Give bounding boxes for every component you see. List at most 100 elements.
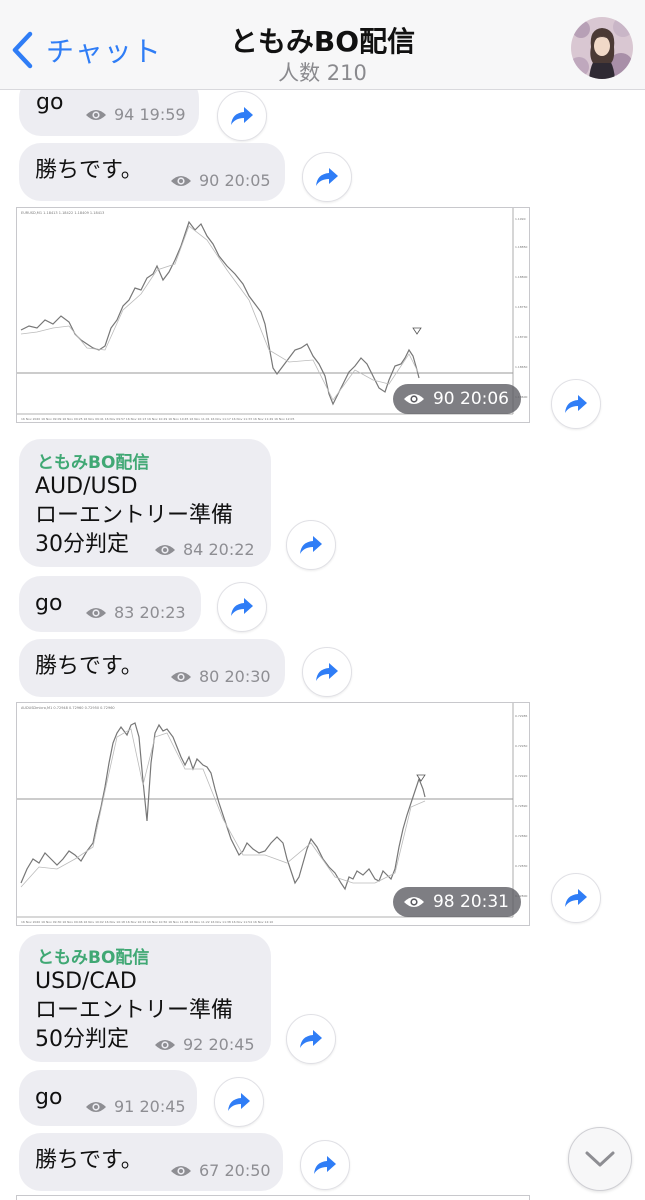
view-count: 90 (199, 171, 220, 190)
eye-icon (155, 1039, 175, 1050)
share-button[interactable] (214, 1077, 264, 1127)
share-button[interactable] (300, 1140, 350, 1190)
svg-text:0.72860: 0.72860 (515, 834, 527, 838)
message-bubble[interactable]: ともみBO配信 AUD/USD ローエントリー準備 30分判定 84 20:22 (19, 439, 271, 567)
eye-icon (171, 175, 191, 186)
message-meta: 67 20:50 (170, 1161, 271, 1180)
view-count: 92 (183, 1035, 204, 1054)
share-arrow-icon (228, 1093, 250, 1111)
share-arrow-icon (316, 168, 338, 186)
share-arrow-icon (565, 395, 587, 413)
scroll-to-bottom-button[interactable] (568, 1127, 632, 1191)
svg-text:0.72830: 0.72830 (515, 864, 527, 868)
image-meta: 90 20:06 (392, 384, 521, 414)
channel-title[interactable]: ともみBO配信 (0, 20, 645, 60)
message-text: go (35, 591, 63, 616)
message-bubble[interactable]: go 91 20:45 (19, 1070, 197, 1126)
message-time: 20:22 (208, 540, 255, 559)
svg-text:0.72920: 0.72920 (515, 774, 527, 778)
chevron-down-icon (585, 1151, 615, 1167)
chart-image-message[interactable]: AUDUSDmicro,M1 0.72948 0.72960 0.72950 0… (16, 702, 530, 926)
view-count: 90 (432, 389, 455, 409)
svg-text:1.18700: 1.18700 (515, 335, 527, 339)
message-text: 勝ちです。 (35, 654, 143, 679)
message-meta: 91 20:45 (85, 1097, 186, 1116)
message-line: USD/CAD (35, 969, 137, 994)
message-time: 20:23 (139, 603, 186, 622)
share-button[interactable] (217, 91, 267, 141)
channel-avatar[interactable] (571, 17, 633, 79)
share-button[interactable] (286, 520, 336, 570)
svg-text:AUDUSDmicro,M1 0.72948 0.72960: AUDUSDmicro,M1 0.72948 0.72960 0.72950 0… (21, 706, 115, 710)
message-line: 30分判定 (35, 532, 129, 557)
eye-icon (403, 394, 424, 404)
svg-text:0.72890: 0.72890 (515, 804, 527, 808)
view-count: 83 (114, 603, 135, 622)
svg-text:EURUSD,M1 1.18413 1.18422 1.18: EURUSD,M1 1.18413 1.18422 1.18409 1.1841… (21, 211, 104, 215)
message-bubble[interactable]: 勝ちです。 80 20:30 (19, 639, 285, 697)
image-meta: 98 20:31 (392, 887, 521, 917)
svg-text:16 Nov 2020 16 Nov 09:30 16 No: 16 Nov 2020 16 Nov 09:30 16 Nov 09:46 16… (21, 920, 273, 924)
eye-icon (155, 544, 175, 555)
share-arrow-icon (300, 536, 322, 554)
message-time: 19:59 (139, 105, 186, 124)
share-button[interactable] (302, 152, 352, 202)
message-line: AUD/USD (35, 474, 138, 499)
message-bubble[interactable]: 勝ちです。 90 20:05 (19, 143, 285, 201)
view-count: 80 (199, 667, 220, 686)
share-arrow-icon (231, 598, 253, 616)
chart-image-message[interactable]: EURUSD,M1 1.18413 1.18422 1.18409 1.1841… (16, 207, 530, 423)
view-count: 94 (114, 105, 135, 124)
share-arrow-icon (565, 889, 587, 907)
member-count: 人数 210 (278, 61, 367, 85)
chat-header: チャット ともみBO配信 人数 210 (0, 0, 645, 90)
message-text: go (35, 1085, 63, 1110)
message-meta: 90 20:05 (170, 171, 271, 190)
eye-icon (86, 607, 106, 618)
message-meta: 84 20:22 (154, 540, 255, 559)
share-arrow-icon (300, 1030, 322, 1048)
message-time: 20:06 (460, 389, 509, 409)
message-time: 20:45 (208, 1035, 255, 1054)
message-time: 20:50 (224, 1161, 271, 1180)
message-time: 20:31 (460, 892, 509, 912)
share-arrow-icon (316, 663, 338, 681)
share-button[interactable] (302, 647, 352, 697)
eye-icon (403, 897, 424, 907)
sender-name[interactable]: ともみBO配信 (37, 448, 149, 473)
svg-text:0.72985: 0.72985 (515, 714, 527, 718)
message-meta: 92 20:45 (154, 1035, 255, 1054)
message-time: 20:30 (224, 667, 271, 686)
message-bubble[interactable]: go 83 20:23 (19, 576, 201, 632)
message-list[interactable]: go 94 19:59 勝ちです。 90 20:05 EURUSD,M1 1.1… (0, 90, 645, 1200)
message-text: 勝ちです。 (35, 1148, 143, 1173)
message-bubble[interactable]: ともみBO配信 USD/CAD ローエントリー準備 50分判定 92 20:45 (19, 934, 271, 1062)
svg-text:0.72950: 0.72950 (515, 744, 527, 748)
share-arrow-icon (231, 107, 253, 125)
share-button[interactable] (551, 873, 601, 923)
message-text: go (36, 90, 64, 115)
share-button[interactable] (286, 1014, 336, 1064)
svg-text:1.18800: 1.18800 (515, 275, 527, 279)
share-button[interactable] (217, 582, 267, 632)
eye-icon (171, 1165, 191, 1176)
svg-text:1.18750: 1.18750 (515, 305, 527, 309)
eye-icon (171, 671, 191, 682)
message-meta: 94 19:59 (85, 105, 186, 124)
sender-name[interactable]: ともみBO配信 (37, 943, 149, 968)
view-count: 91 (114, 1097, 135, 1116)
message-text: 勝ちです。 (35, 158, 143, 183)
message-bubble[interactable]: go 94 19:59 (19, 90, 199, 136)
message-time: 20:45 (139, 1097, 186, 1116)
message-line: ローエントリー準備 (35, 998, 234, 1023)
message-bubble[interactable]: 勝ちです。 67 20:50 (19, 1133, 283, 1191)
view-count: 84 (183, 540, 204, 559)
share-button[interactable] (551, 379, 601, 429)
view-count: 98 (432, 892, 455, 912)
message-line: 50分判定 (35, 1027, 129, 1052)
svg-text:1.18850: 1.18850 (515, 245, 527, 249)
svg-text:16 Nov 2020 16 Nov 09:09 16 No: 16 Nov 2020 16 Nov 09:09 16 Nov 09:25 16… (21, 417, 294, 421)
eye-icon (86, 109, 106, 120)
chart-image-message[interactable] (16, 1195, 530, 1200)
svg-text:1.1990: 1.1990 (515, 217, 526, 221)
